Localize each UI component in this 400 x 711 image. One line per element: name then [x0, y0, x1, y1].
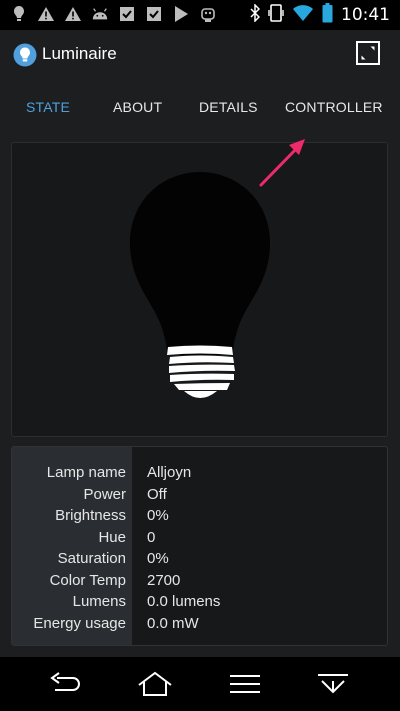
brightness-label: Brightness — [55, 507, 126, 524]
play-store-icon — [172, 4, 190, 24]
saturation-value: 0% — [147, 550, 169, 567]
tab-bar: STATE ABOUT DETAILS CONTROLLER — [0, 80, 400, 140]
light-bulb-icon[interactable] — [12, 143, 387, 436]
power-value: Off — [147, 486, 167, 503]
lumens-label: Lumens — [72, 593, 126, 610]
lamp-preview-panel — [11, 142, 388, 437]
color-temp-label: Color Temp — [49, 572, 126, 589]
notification-icons — [10, 4, 217, 24]
lamp-name-value: Alljoyn — [147, 464, 192, 481]
checkbox-icon — [145, 4, 163, 24]
action-bar: Luminaire — [0, 30, 400, 80]
lamp-name-label: Lamp name — [46, 464, 126, 481]
brightness-value: 0% — [147, 507, 169, 524]
robot-icon — [199, 4, 217, 24]
power-label: Power — [83, 486, 126, 503]
app-title: Luminaire — [42, 44, 117, 63]
tab-state[interactable]: STATE — [26, 99, 70, 115]
checkbox-icon — [118, 4, 136, 24]
info-labels-column: Lamp name Power Brightness Hue Saturatio… — [12, 447, 132, 645]
hue-label: Hue — [98, 529, 126, 546]
wifi-icon — [292, 4, 314, 26]
back-icon[interactable] — [45, 667, 85, 701]
energy-usage-label: Energy usage — [33, 615, 126, 632]
vibrate-icon — [268, 3, 284, 27]
tab-about[interactable]: ABOUT — [113, 99, 162, 115]
lumens-value: 0.0 lumens — [147, 593, 221, 610]
navigation-bar — [0, 657, 400, 711]
lamp-info-table: Lamp name Power Brightness Hue Saturatio… — [11, 446, 388, 646]
battery-icon — [322, 3, 333, 27]
warning-icon — [37, 4, 55, 24]
color-temp-value: 2700 — [147, 572, 181, 589]
energy-usage-value: 0.0 mW — [147, 615, 199, 632]
tab-details[interactable]: DETAILS — [199, 99, 258, 115]
warning-icon — [64, 4, 82, 24]
info-values-column: Alljoyn Off 0% 0 0% 2700 0.0 lumens 0.0 … — [132, 447, 387, 645]
hide-keyboard-icon[interactable] — [313, 667, 353, 701]
tab-controller[interactable]: CONTROLLER — [285, 99, 383, 115]
recent-apps-icon[interactable] — [225, 667, 265, 701]
fullscreen-icon[interactable] — [356, 41, 380, 65]
annotation-arrow-icon — [259, 139, 305, 187]
bluetooth-icon — [250, 3, 261, 26]
hue-value: 0 — [147, 529, 156, 546]
home-icon[interactable] — [135, 667, 175, 701]
clock: 10:41 — [341, 5, 390, 25]
app-logo-icon — [13, 43, 37, 71]
android-icon — [91, 4, 109, 24]
system-icons: 10:41 — [250, 3, 390, 27]
lightbulb-icon — [10, 4, 28, 24]
saturation-label: Saturation — [57, 550, 126, 567]
status-bar: 10:41 — [0, 0, 400, 30]
